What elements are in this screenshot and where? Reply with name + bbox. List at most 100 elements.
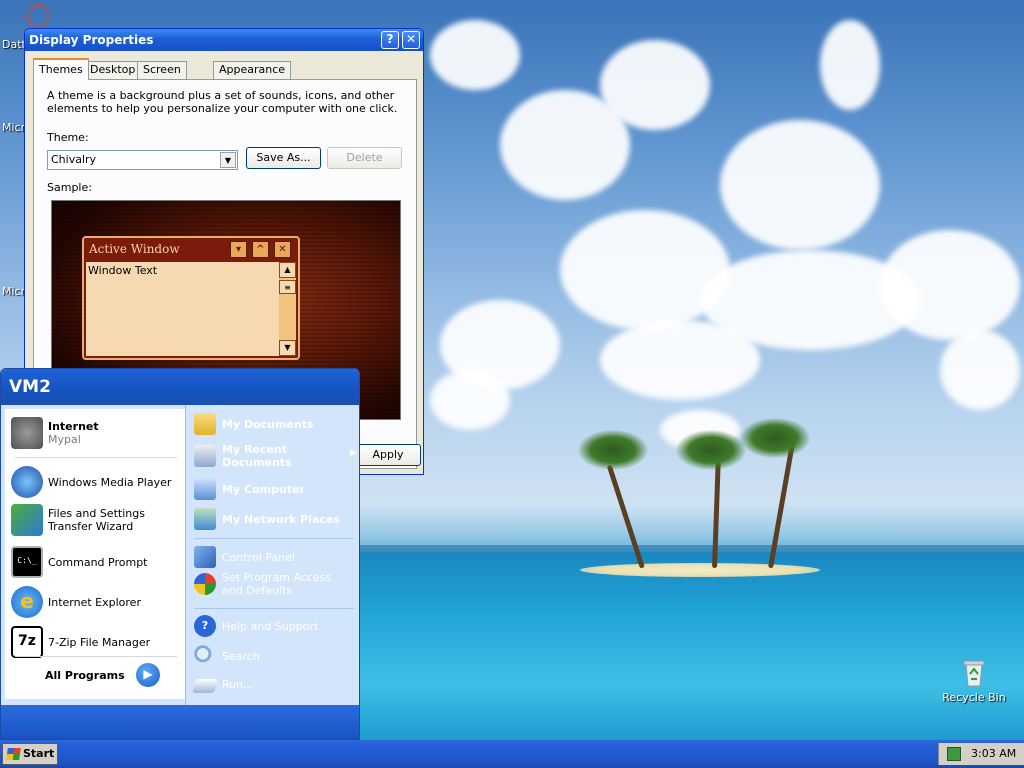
desktop-icon-label[interactable]: Micr xyxy=(2,121,25,134)
desktop-icon-label[interactable]: Micr xyxy=(2,285,25,298)
cloud xyxy=(600,320,760,400)
recent-item-7zip[interactable]: 7z 7-Zip File Manager xyxy=(11,626,181,658)
program-access-icon xyxy=(194,573,216,595)
menu-item-label: Windows Media Player xyxy=(48,475,172,489)
scroll-up-icon: ▲ xyxy=(279,262,296,278)
scroll-down-icon: ▼ xyxy=(279,340,296,356)
menu-separator xyxy=(15,457,177,458)
help-button[interactable]: ? xyxy=(381,31,399,49)
menu-separator xyxy=(194,608,354,609)
all-programs-label[interactable]: All Programs xyxy=(45,669,125,682)
maximize-icon: ^ xyxy=(252,241,269,258)
internet-explorer-icon: e xyxy=(11,586,43,618)
menu-item-label: Set Program Access and Defaults xyxy=(222,571,332,597)
scroll-thumb: ≡ xyxy=(279,280,296,294)
control-panel-icon xyxy=(194,546,216,568)
menu-separator xyxy=(194,538,354,539)
system-tray: 3:03 AM xyxy=(938,743,1024,765)
window-titlebar[interactable]: Display Properties ? ✕ xyxy=(25,29,423,51)
recent-item-command-prompt[interactable]: C:\_ Command Prompt xyxy=(11,546,181,578)
start-menu-footer xyxy=(1,705,359,739)
palm-top xyxy=(676,430,746,470)
window-title: Display Properties xyxy=(29,33,154,47)
cloud xyxy=(880,230,1020,340)
recycle-bin-icon xyxy=(958,656,990,688)
palm-top xyxy=(578,430,648,470)
theme-select-value: Chivalry xyxy=(51,153,97,166)
chevron-down-icon[interactable]: ▼ xyxy=(220,152,236,168)
raccoon-icon xyxy=(11,417,43,449)
menu-item-label: Search xyxy=(222,649,260,663)
7zip-icon: 7z xyxy=(11,626,43,658)
menu-item-label: My Computer xyxy=(222,482,305,496)
tab-themes[interactable]: Themes xyxy=(33,58,89,80)
cloud xyxy=(600,40,710,130)
sample-window-title: Active Window xyxy=(89,242,180,256)
recent-item-windows-media-player[interactable]: Windows Media Player xyxy=(11,466,181,498)
recent-item-files-transfer-wizard[interactable]: Files and Settings Transfer Wizard xyxy=(11,504,181,536)
minimize-icon: ▾ xyxy=(230,241,247,258)
close-icon: ✕ xyxy=(274,241,291,258)
close-button[interactable]: ✕ xyxy=(402,31,420,49)
tab-appearance[interactable]: Appearance xyxy=(213,61,292,79)
media-player-icon xyxy=(11,466,43,498)
gear-icon[interactable] xyxy=(26,4,50,28)
island-sand xyxy=(580,563,820,577)
apply-button[interactable]: Apply xyxy=(355,444,421,466)
cloud xyxy=(940,330,1020,410)
menu-item-label: My Network Places xyxy=(222,512,340,526)
tab-desktop[interactable]: Desktop xyxy=(84,61,142,79)
place-my-computer[interactable]: My Computer xyxy=(194,478,359,500)
sample-scrollbar: ▲ ≡ ▼ xyxy=(279,262,296,356)
taskbar xyxy=(0,740,1024,768)
theme-select[interactable]: Chivalry ▼ xyxy=(47,150,238,170)
tab-screen-saver[interactable]: Screen Saver xyxy=(137,61,187,92)
cloud xyxy=(720,120,880,250)
transfer-wizard-icon xyxy=(11,504,43,536)
start-button[interactable]: Start xyxy=(2,743,58,765)
place-control-panel[interactable]: Control Panel xyxy=(194,546,359,568)
sample-label: Sample: xyxy=(47,181,92,194)
menu-item-label: My Documents xyxy=(222,417,314,431)
start-menu: VM2 Internet Mypal Windows Media Player … xyxy=(0,368,360,740)
menu-item-label: Command Prompt xyxy=(48,555,148,569)
desktop-icon-label[interactable]: Datt xyxy=(2,38,26,51)
menu-item-label: Control Panel xyxy=(222,550,295,564)
start-menu-programs: Internet Mypal Windows Media Player File… xyxy=(5,409,185,699)
network-icon xyxy=(194,508,216,530)
place-my-network-places[interactable]: My Network Places xyxy=(194,508,359,530)
desktop-icon-label: Recycle Bin xyxy=(942,691,1006,704)
arrow-right-icon[interactable]: ▶ xyxy=(136,663,160,687)
pinned-item-internet[interactable]: Internet Mypal xyxy=(11,417,181,449)
menu-item-label: Internet Explorer xyxy=(48,595,141,609)
place-run[interactable]: Run... xyxy=(192,675,359,693)
place-set-program-access[interactable]: Set Program Access and Defaults xyxy=(194,571,359,597)
clock[interactable]: 3:03 AM xyxy=(971,743,1016,765)
menu-separator xyxy=(15,656,177,657)
menu-item-label: Internet xyxy=(48,420,99,433)
run-icon xyxy=(192,679,218,693)
theme-label: Theme: xyxy=(47,131,89,144)
network-tray-icon[interactable] xyxy=(947,747,961,761)
desktop-icon-recycle-bin[interactable]: Recycle Bin xyxy=(939,656,1009,704)
place-my-recent-documents[interactable]: My Recent Documents ▶ xyxy=(194,443,359,469)
computer-icon xyxy=(194,478,216,500)
start-button-label: Start xyxy=(23,747,55,760)
recent-item-internet-explorer[interactable]: e Internet Explorer xyxy=(11,586,181,618)
menu-item-label: Help and Support xyxy=(222,619,319,633)
menu-item-sublabel: Mypal xyxy=(48,433,81,446)
place-my-documents[interactable]: My Documents xyxy=(194,413,359,435)
submenu-arrow-icon: ▶ xyxy=(350,448,357,458)
cloud xyxy=(430,20,520,90)
place-search[interactable]: Search xyxy=(194,645,359,667)
start-menu-places: My Documents My Recent Documents ▶ My Co… xyxy=(185,405,359,705)
themes-description: A theme is a background plus a set of so… xyxy=(47,89,398,115)
menu-item-label: 7-Zip File Manager xyxy=(48,635,151,649)
menu-item-label: Run... xyxy=(222,677,254,691)
delete-button[interactable]: Delete xyxy=(327,147,402,169)
search-icon xyxy=(194,645,216,667)
menu-item-label: Files and Settings Transfer Wizard xyxy=(48,507,145,533)
place-help-and-support[interactable]: ? Help and Support xyxy=(194,615,359,637)
save-as-button[interactable]: Save As... xyxy=(246,147,321,169)
sample-window-text: Window Text xyxy=(86,262,279,356)
